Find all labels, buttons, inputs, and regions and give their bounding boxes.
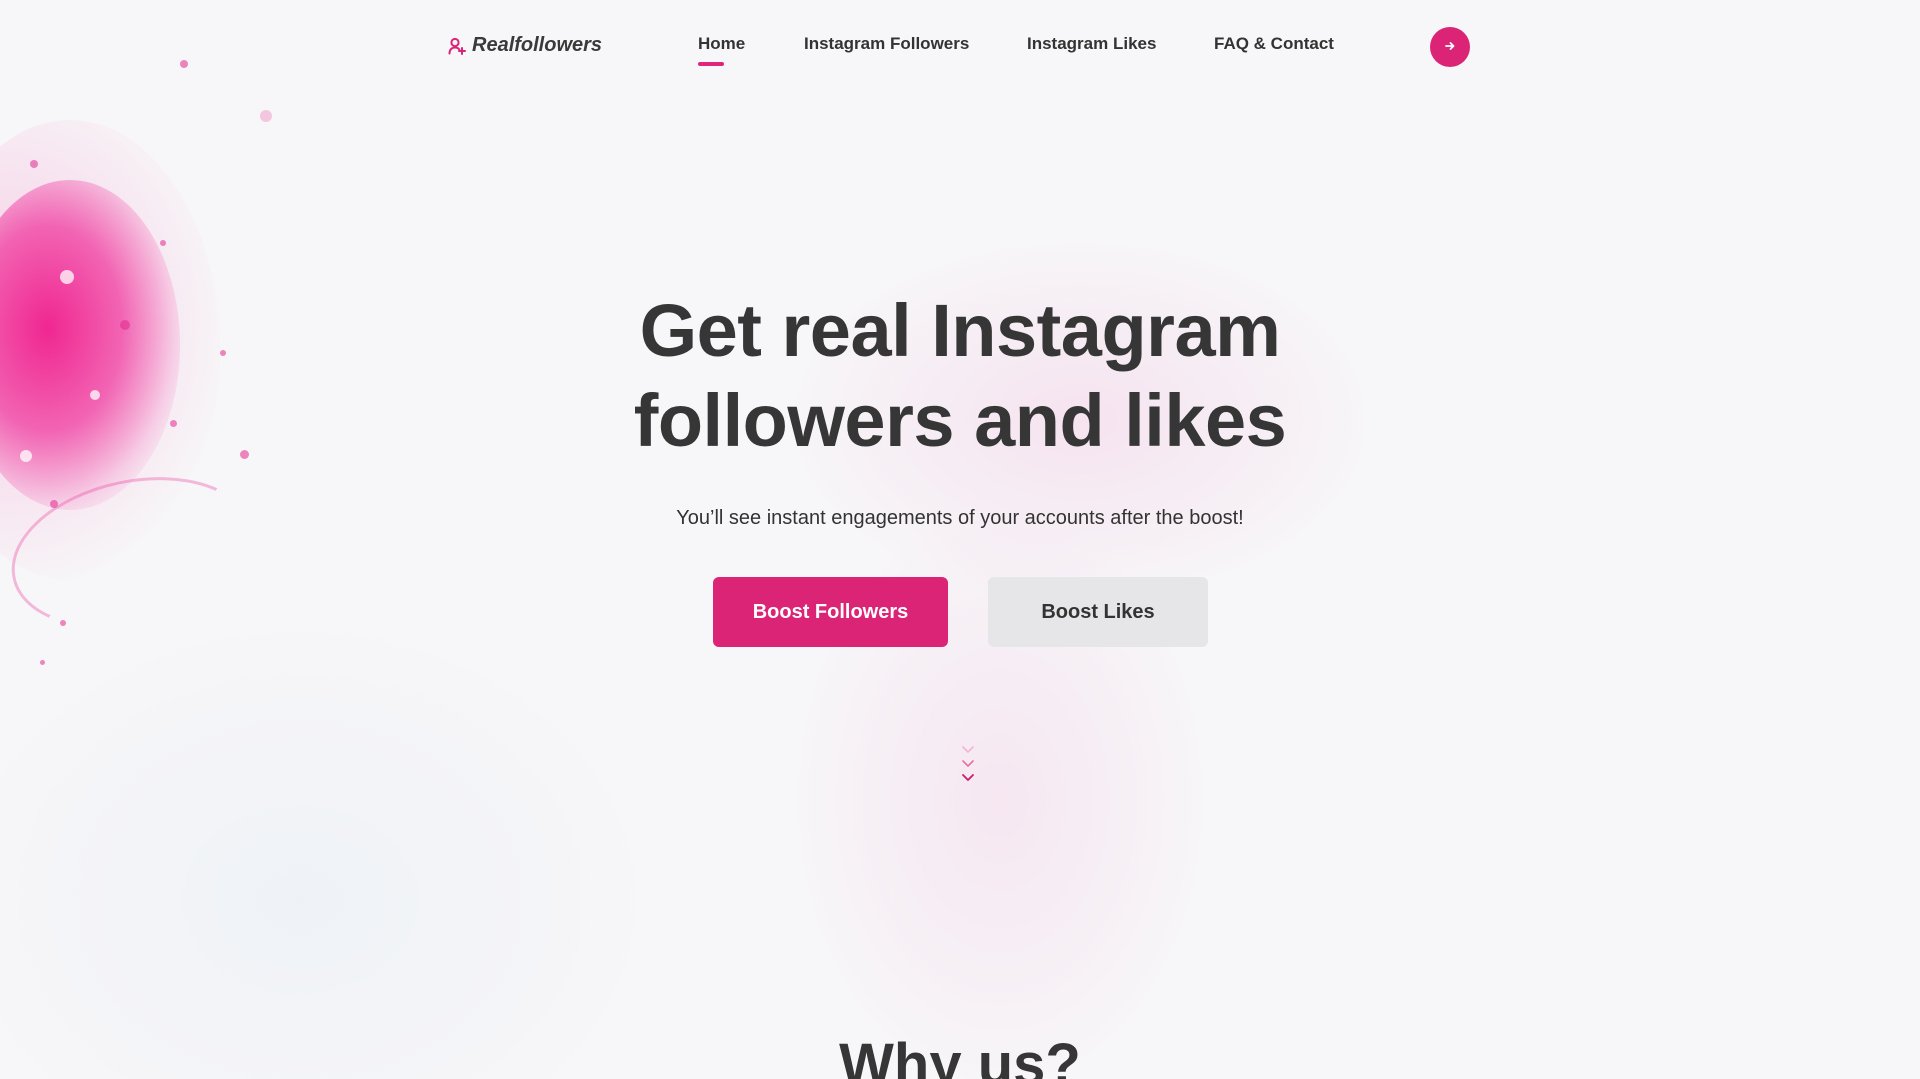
scroll-down-indicator[interactable] xyxy=(960,744,976,786)
nav-item-label: Home xyxy=(698,34,746,53)
active-nav-indicator xyxy=(698,62,724,66)
user-plus-icon xyxy=(448,37,466,55)
nav-item-faq-contact[interactable]: FAQ & Contact xyxy=(1214,34,1334,54)
brand-name: Realfollowers xyxy=(472,34,603,56)
brand-logo[interactable]: Realfollowers xyxy=(448,34,602,57)
hero-title-line: Get real Instagram xyxy=(639,289,1281,372)
splash-swirl xyxy=(0,456,269,650)
hero-subtitle: You’ll see instant engagements of your a… xyxy=(676,507,1244,529)
splash-speck xyxy=(30,160,38,168)
nav-item-instagram-likes[interactable]: Instagram Likes xyxy=(1027,34,1156,54)
arrow-right-icon xyxy=(1444,39,1456,55)
hero-title-line: followers and likes xyxy=(633,379,1287,462)
nav-item-label: FAQ & Contact xyxy=(1214,34,1334,53)
site-header: Realfollowers Home Instagram Followers I… xyxy=(0,0,1920,94)
splash-speck xyxy=(40,660,45,665)
hero-title: Get real Instagram followers and likes xyxy=(0,286,1920,466)
splash-speck xyxy=(160,240,166,246)
splash-speck xyxy=(60,620,66,626)
splash-speck xyxy=(60,270,74,284)
nav-item-label: Instagram Followers xyxy=(804,34,970,53)
nav-item-label: Instagram Likes xyxy=(1027,34,1157,53)
nav-item-instagram-followers[interactable]: Instagram Followers xyxy=(804,34,969,54)
nav-item-home[interactable]: Home xyxy=(698,34,746,66)
why-us-heading: Why us? xyxy=(839,1032,1081,1079)
splash-speck xyxy=(260,110,272,122)
boost-likes-button[interactable]: Boost Likes xyxy=(988,577,1208,647)
login-button[interactable] xyxy=(1430,27,1470,67)
boost-followers-button[interactable]: Boost Followers xyxy=(713,577,948,647)
landing-page: Realfollowers Home Instagram Followers I… xyxy=(0,0,1920,1079)
chevrons-down-icon xyxy=(960,746,976,790)
